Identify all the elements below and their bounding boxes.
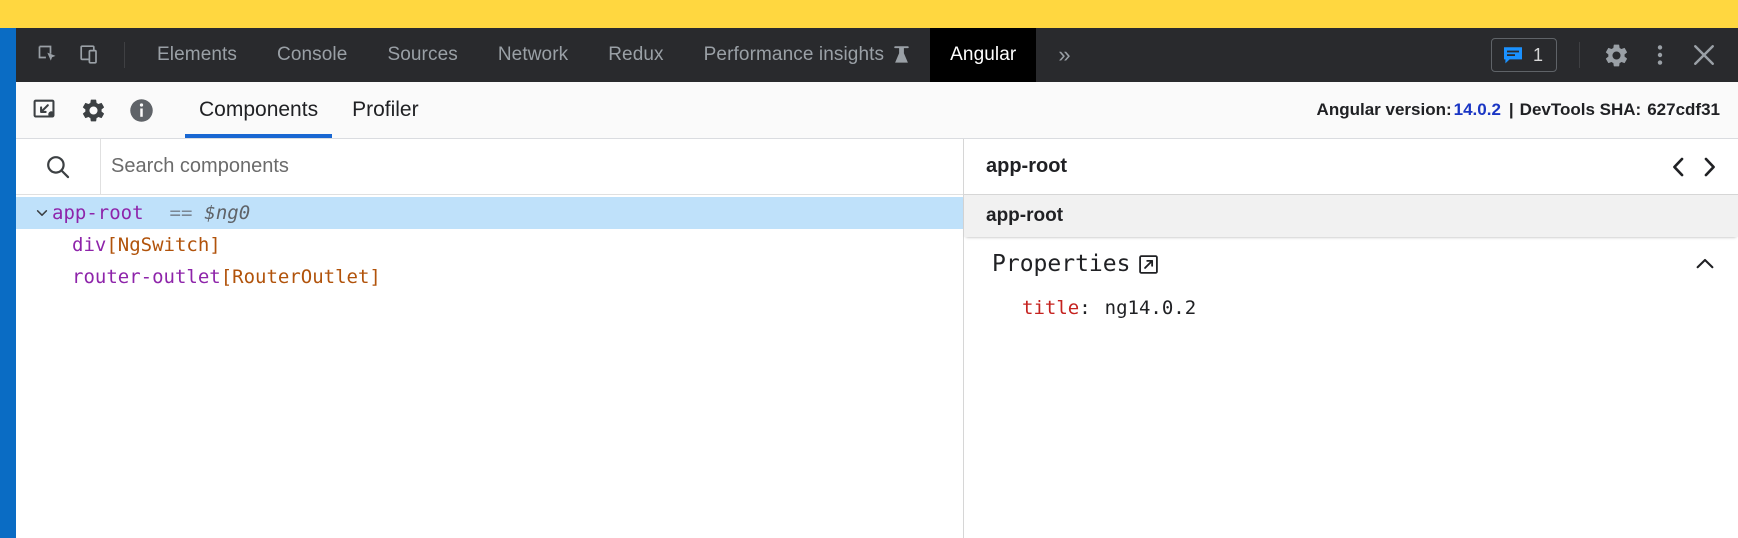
inspect-element-icon[interactable]: [28, 35, 68, 75]
angular-toolbar: Components Profiler Angular version: 14.…: [16, 82, 1738, 139]
detail-subheader: app-root: [964, 195, 1738, 237]
tabbar-left-tools: [16, 28, 137, 82]
close-devtools-icon[interactable]: [1684, 35, 1724, 75]
detail-header-title: app-root: [986, 155, 1068, 177]
more-options-icon[interactable]: [1640, 35, 1680, 75]
component-inspector-icon[interactable]: [30, 95, 60, 125]
content-area: app-root == $ng0 div [NgSwitch] router-o…: [16, 139, 1738, 538]
tree-node-router-outlet[interactable]: router-outlet [RouterOutlet]: [16, 261, 963, 293]
version-info: Angular version: 14.0.2 | DevTools SHA: …: [1317, 82, 1738, 138]
search-bar: [16, 139, 963, 195]
property-key: title: [1022, 297, 1080, 319]
detail-subheader-title: app-root: [986, 205, 1064, 226]
tab-profiler[interactable]: Profiler: [335, 82, 436, 138]
property-value[interactable]: ng14.0.2: [1091, 297, 1197, 319]
properties-header[interactable]: Properties: [964, 237, 1738, 291]
device-toolbar-icon[interactable]: [70, 35, 110, 75]
tab-redux[interactable]: Redux: [588, 28, 683, 82]
angular-version-label: Angular version:: [1316, 100, 1452, 119]
tab-performance-insights[interactable]: Performance insights: [684, 28, 930, 82]
properties-panel: Properties title: ng14.0.2: [964, 237, 1738, 538]
devtools-sha-label: DevTools SHA:: [1519, 100, 1642, 119]
chevron-down-icon[interactable]: [32, 206, 52, 220]
tab-label: Sources: [387, 44, 458, 65]
tabbar-spacer: [1093, 28, 1491, 82]
tab-label: Redux: [608, 44, 664, 65]
property-colon: :: [1079, 297, 1091, 319]
issues-count: 1: [1532, 44, 1543, 65]
tabbar-right-divider: [1579, 42, 1580, 68]
tab-label: Profiler: [352, 98, 419, 121]
properties-title: Properties: [992, 251, 1131, 277]
tabbar-divider: [124, 42, 125, 68]
more-tabs-label: »: [1058, 42, 1071, 67]
issues-button[interactable]: 1: [1490, 38, 1557, 72]
devtools-sha-value: 627cdf31: [1647, 100, 1720, 119]
devtools-panel: Elements Console Sources Network Redux P…: [0, 28, 1738, 538]
tree-node-tag: router-outlet: [72, 266, 221, 288]
detail-nav-arrows: [1666, 152, 1722, 182]
chevron-up-icon[interactable]: [1690, 249, 1720, 279]
open-in-new-icon[interactable]: [1138, 254, 1159, 275]
angular-version-value: 14.0.2: [1453, 100, 1501, 119]
tree-node-app-root[interactable]: app-root == $ng0: [16, 197, 963, 229]
property-row-title[interactable]: title : ng14.0.2: [964, 291, 1738, 325]
settings-gear-icon[interactable]: [78, 95, 108, 125]
angular-toolbar-spacer: [436, 82, 1317, 138]
tree-node-div[interactable]: div [NgSwitch]: [16, 229, 963, 261]
tab-label: Network: [497, 44, 569, 65]
search-input[interactable]: [101, 139, 963, 194]
more-tabs-icon[interactable]: »: [1036, 28, 1092, 82]
tab-label: Performance insights: [703, 44, 885, 65]
angular-tab-list: Components Profiler: [182, 82, 436, 138]
component-tree-pane: app-root == $ng0 div [NgSwitch] router-o…: [16, 139, 964, 538]
tabbar-right-tools: 1: [1490, 28, 1738, 82]
tree-node-tag: app-root: [52, 202, 144, 224]
page-content-strip: [0, 0, 1738, 28]
tab-label: Elements: [157, 44, 238, 65]
issues-message-icon: [1502, 44, 1524, 66]
tab-console[interactable]: Console: [257, 28, 367, 82]
tree-node-directive: [RouterOutlet]: [220, 266, 381, 288]
devtools-window: Elements Console Sources Network Redux P…: [0, 0, 1738, 538]
devtools-tab-list: Elements Console Sources Network Redux P…: [137, 28, 1037, 82]
version-divider: |: [1508, 100, 1514, 119]
tab-angular[interactable]: Angular: [930, 28, 1037, 82]
devtools-body: Elements Console Sources Network Redux P…: [16, 28, 1738, 538]
detail-header: app-root: [964, 139, 1738, 195]
component-detail-pane: app-root app-root Properties title: ng1…: [964, 139, 1738, 538]
page-left-rail: [0, 28, 16, 538]
properties-title-group: Properties: [992, 251, 1159, 277]
tab-label: Angular: [950, 44, 1017, 65]
tree-node-equals: ==: [169, 202, 193, 224]
info-icon[interactable]: [126, 95, 156, 125]
component-tree: app-root == $ng0 div [NgSwitch] router-o…: [16, 195, 963, 538]
chevron-left-icon[interactable]: [1666, 152, 1692, 182]
tab-components[interactable]: Components: [182, 82, 335, 138]
tree-node-directive: [NgSwitch]: [106, 234, 221, 256]
tab-network[interactable]: Network: [478, 28, 588, 82]
experiment-flask-icon: [893, 45, 910, 65]
tree-node-tag: div: [72, 234, 107, 256]
devtools-tabbar: Elements Console Sources Network Redux P…: [16, 28, 1738, 82]
tab-label: Components: [199, 98, 319, 121]
angular-toolbar-icons: [30, 82, 182, 138]
tree-node-ref: $ng0: [204, 202, 251, 224]
search-icon: [16, 139, 101, 194]
tab-label: Console: [277, 44, 348, 65]
tab-sources[interactable]: Sources: [367, 28, 477, 82]
chevron-right-icon[interactable]: [1696, 152, 1722, 182]
tab-elements[interactable]: Elements: [137, 28, 257, 82]
settings-gear-icon[interactable]: [1596, 35, 1636, 75]
